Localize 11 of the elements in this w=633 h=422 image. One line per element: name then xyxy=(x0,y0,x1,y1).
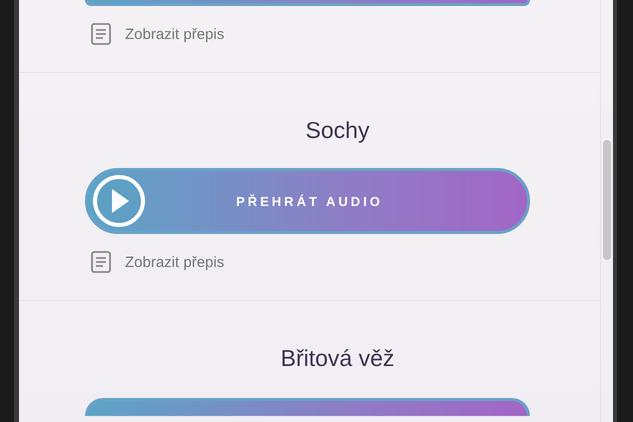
section-title: Sochy xyxy=(304,117,370,144)
transcript-link[interactable]: Zobrazit přepis xyxy=(89,250,224,274)
play-icon xyxy=(90,172,148,230)
scrollbar-thumb[interactable] xyxy=(603,140,611,260)
section-title: Břitová věž xyxy=(280,345,396,372)
play-audio-button[interactable] xyxy=(85,0,530,6)
document-icon xyxy=(89,22,113,46)
document-icon xyxy=(89,250,113,274)
play-audio-button[interactable] xyxy=(85,398,530,416)
play-audio-button[interactable]: PŘEHRÁT AUDIO xyxy=(85,168,530,234)
transcript-link[interactable]: Zobrazit přepis xyxy=(89,22,224,46)
